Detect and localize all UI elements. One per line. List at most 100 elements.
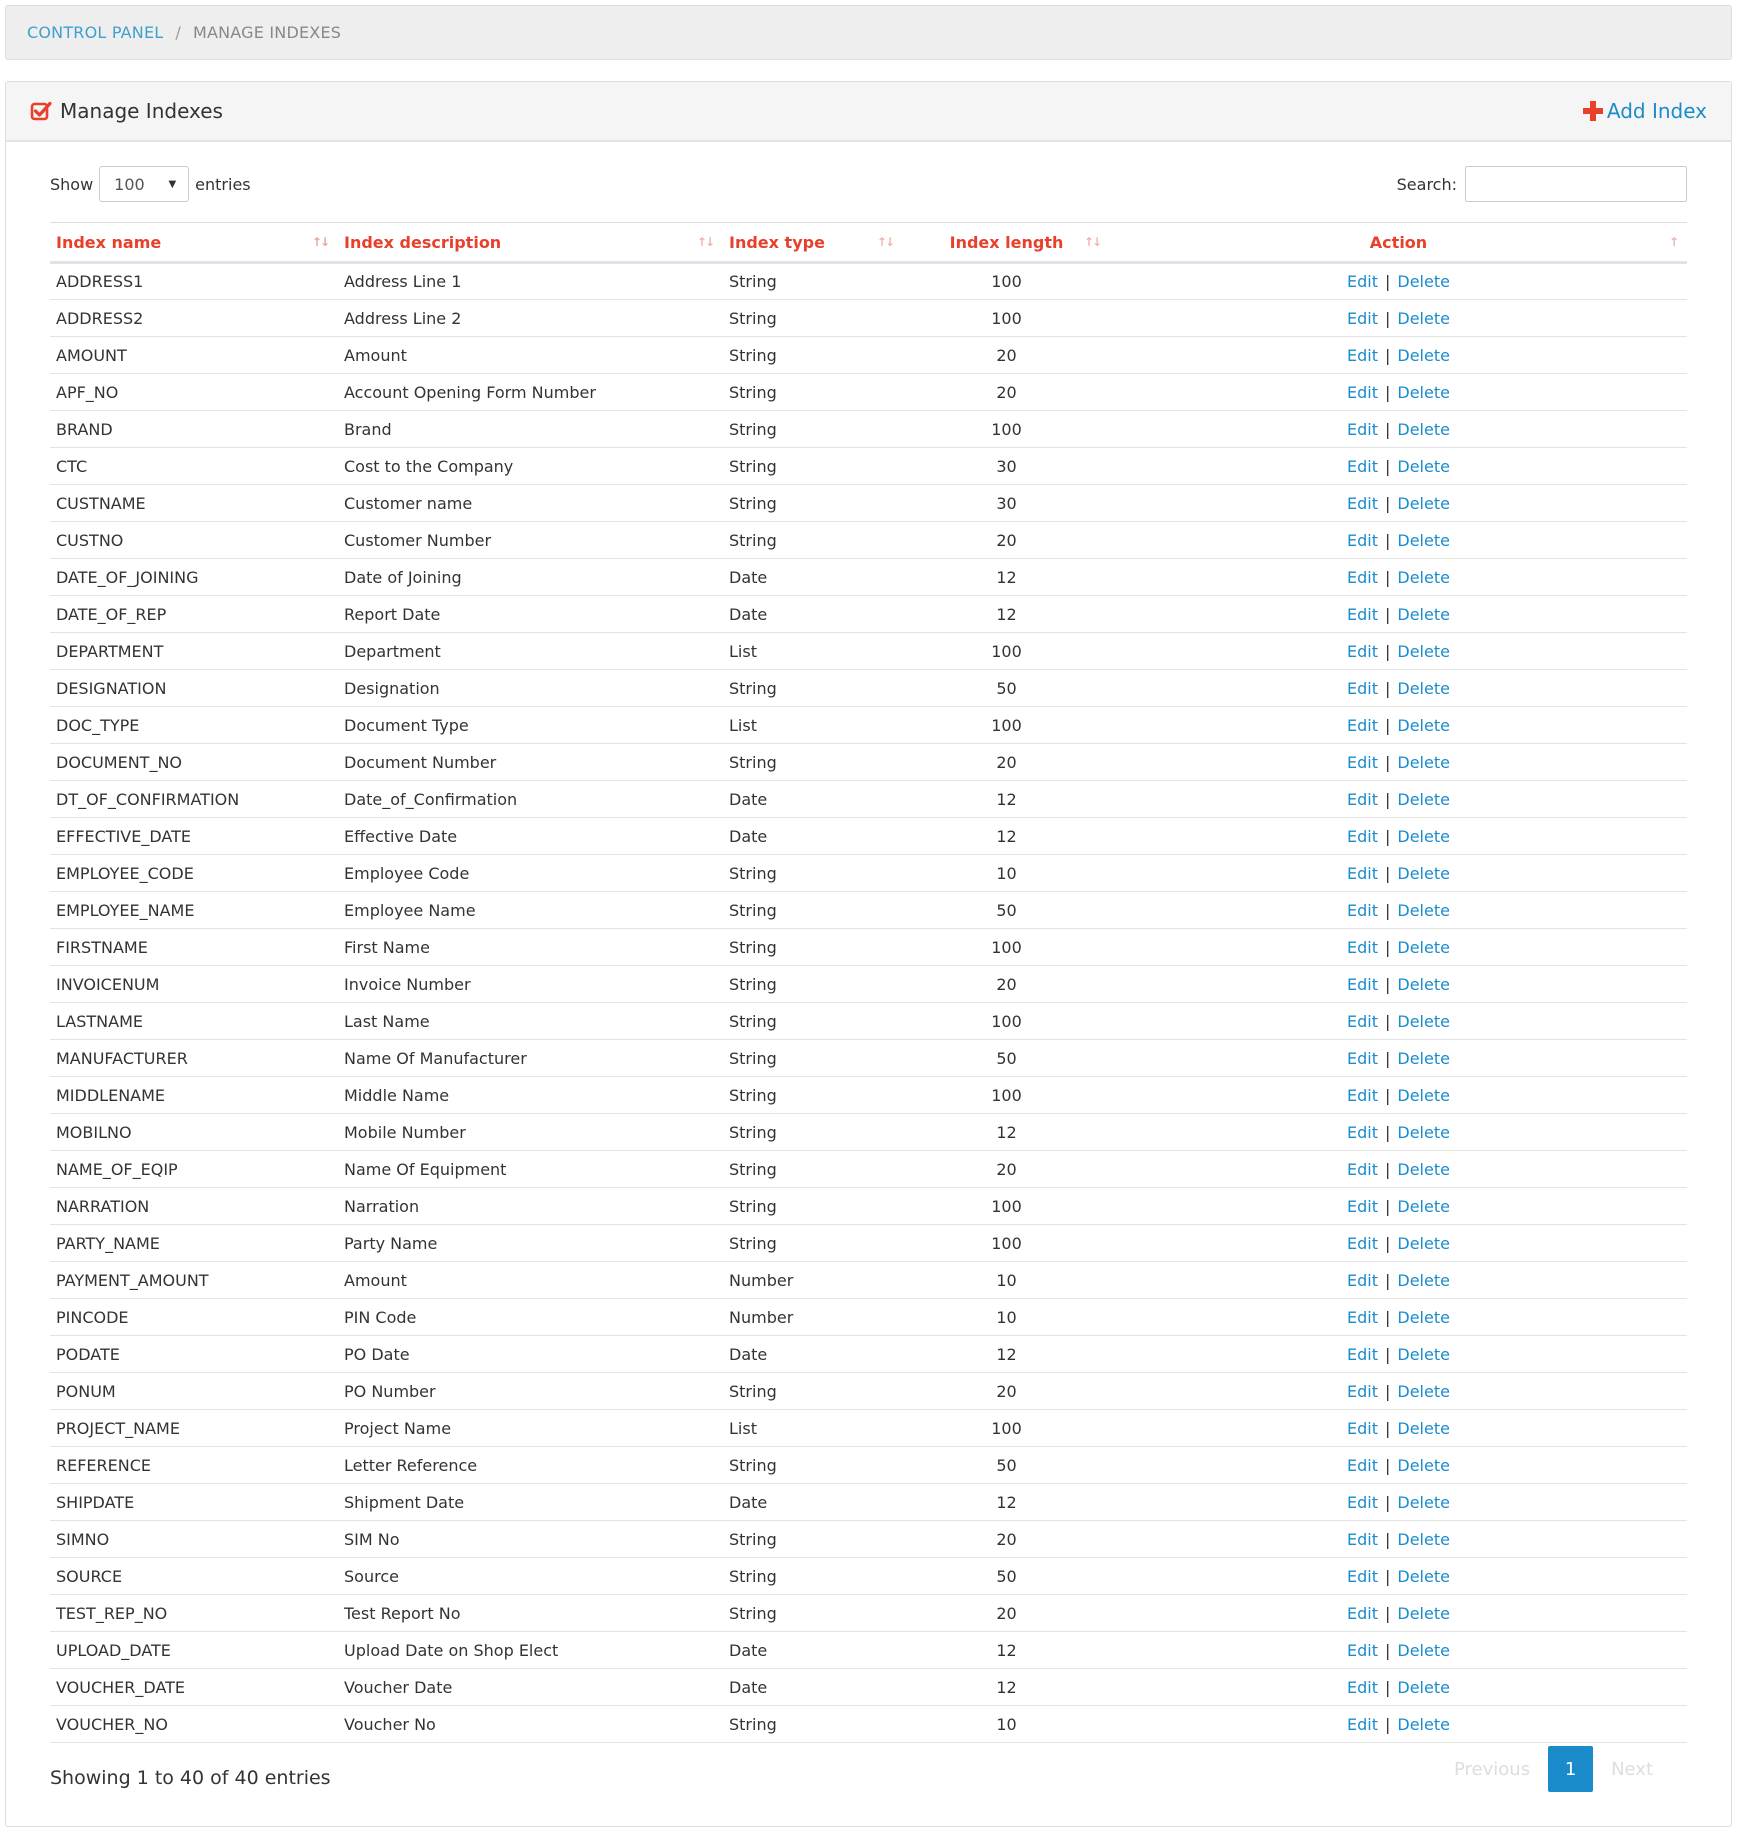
delete-link[interactable]: Delete xyxy=(1397,568,1450,587)
delete-link[interactable]: Delete xyxy=(1397,753,1450,772)
cell-index-description: Employee Code xyxy=(338,854,723,892)
column-header-action[interactable]: Action ↑ xyxy=(1110,222,1687,264)
edit-link[interactable]: Edit xyxy=(1347,716,1378,735)
delete-link[interactable]: Delete xyxy=(1397,1493,1450,1512)
edit-link[interactable]: Edit xyxy=(1347,346,1378,365)
edit-link[interactable]: Edit xyxy=(1347,975,1378,994)
delete-link[interactable]: Delete xyxy=(1397,1160,1450,1179)
delete-link[interactable]: Delete xyxy=(1397,494,1450,513)
edit-link[interactable]: Edit xyxy=(1347,494,1378,513)
edit-link[interactable]: Edit xyxy=(1347,1419,1378,1438)
edit-link[interactable]: Edit xyxy=(1347,1012,1378,1031)
search-input[interactable] xyxy=(1465,166,1687,202)
delete-link[interactable]: Delete xyxy=(1397,864,1450,883)
delete-link[interactable]: Delete xyxy=(1397,272,1450,291)
pagination-previous[interactable]: Previous xyxy=(1436,1759,1548,1780)
edit-link[interactable]: Edit xyxy=(1347,531,1378,550)
edit-link[interactable]: Edit xyxy=(1347,1308,1378,1327)
page-length-select[interactable]: 100 ▼ xyxy=(99,166,190,202)
delete-link[interactable]: Delete xyxy=(1397,383,1450,402)
delete-link[interactable]: Delete xyxy=(1397,716,1450,735)
edit-link[interactable]: Edit xyxy=(1347,1715,1378,1734)
edit-link[interactable]: Edit xyxy=(1347,642,1378,661)
cell-index-type: Date xyxy=(723,780,903,818)
edit-link[interactable]: Edit xyxy=(1347,1641,1378,1660)
delete-link[interactable]: Delete xyxy=(1397,827,1450,846)
cell-index-description: Effective Date xyxy=(338,817,723,855)
delete-link[interactable]: Delete xyxy=(1397,1123,1450,1142)
delete-link[interactable]: Delete xyxy=(1397,642,1450,661)
edit-link[interactable]: Edit xyxy=(1347,420,1378,439)
edit-link[interactable]: Edit xyxy=(1347,1197,1378,1216)
breadcrumb-control-panel-link[interactable]: Control Panel xyxy=(27,23,163,42)
edit-link[interactable]: Edit xyxy=(1347,864,1378,883)
action-separator: | xyxy=(1385,382,1391,402)
delete-link[interactable]: Delete xyxy=(1397,938,1450,957)
edit-link[interactable]: Edit xyxy=(1347,1604,1378,1623)
edit-link[interactable]: Edit xyxy=(1347,1271,1378,1290)
delete-link[interactable]: Delete xyxy=(1397,1456,1450,1475)
pagination-next[interactable]: Next xyxy=(1593,1759,1671,1780)
edit-link[interactable]: Edit xyxy=(1347,605,1378,624)
column-header-index-type[interactable]: Index type ↑↓ xyxy=(723,222,903,264)
delete-link[interactable]: Delete xyxy=(1397,420,1450,439)
delete-link[interactable]: Delete xyxy=(1397,1530,1450,1549)
delete-link[interactable]: Delete xyxy=(1397,309,1450,328)
edit-link[interactable]: Edit xyxy=(1347,827,1378,846)
edit-link[interactable]: Edit xyxy=(1347,457,1378,476)
edit-link[interactable]: Edit xyxy=(1347,1493,1378,1512)
delete-link[interactable]: Delete xyxy=(1397,1049,1450,1068)
delete-link[interactable]: Delete xyxy=(1397,346,1450,365)
delete-link[interactable]: Delete xyxy=(1397,1419,1450,1438)
delete-link[interactable]: Delete xyxy=(1397,1382,1450,1401)
edit-link[interactable]: Edit xyxy=(1347,1123,1378,1142)
delete-link[interactable]: Delete xyxy=(1397,901,1450,920)
edit-link[interactable]: Edit xyxy=(1347,568,1378,587)
cell-index-length: 100 xyxy=(903,410,1110,448)
delete-link[interactable]: Delete xyxy=(1397,1197,1450,1216)
edit-link[interactable]: Edit xyxy=(1347,1234,1378,1253)
edit-link[interactable]: Edit xyxy=(1347,901,1378,920)
edit-link[interactable]: Edit xyxy=(1347,1049,1378,1068)
delete-link[interactable]: Delete xyxy=(1397,679,1450,698)
delete-link[interactable]: Delete xyxy=(1397,790,1450,809)
delete-link[interactable]: Delete xyxy=(1397,1308,1450,1327)
edit-link[interactable]: Edit xyxy=(1347,753,1378,772)
edit-link[interactable]: Edit xyxy=(1347,1456,1378,1475)
edit-link[interactable]: Edit xyxy=(1347,790,1378,809)
delete-link[interactable]: Delete xyxy=(1397,1641,1450,1660)
delete-link[interactable]: Delete xyxy=(1397,605,1450,624)
cell-index-length: 100 xyxy=(903,1187,1110,1225)
edit-link[interactable]: Edit xyxy=(1347,272,1378,291)
edit-link[interactable]: Edit xyxy=(1347,1345,1378,1364)
delete-link[interactable]: Delete xyxy=(1397,1604,1450,1623)
delete-link[interactable]: Delete xyxy=(1397,1086,1450,1105)
table-row: PARTY_NAME Party Name String 100 Edit | Delete xyxy=(50,1224,1687,1262)
delete-link[interactable]: Delete xyxy=(1397,1234,1450,1253)
delete-link[interactable]: Delete xyxy=(1397,975,1450,994)
edit-link[interactable]: Edit xyxy=(1347,309,1378,328)
edit-link[interactable]: Edit xyxy=(1347,1530,1378,1549)
edit-link[interactable]: Edit xyxy=(1347,1086,1378,1105)
edit-link[interactable]: Edit xyxy=(1347,938,1378,957)
delete-link[interactable]: Delete xyxy=(1397,1567,1450,1586)
edit-link[interactable]: Edit xyxy=(1347,679,1378,698)
delete-link[interactable]: Delete xyxy=(1397,531,1450,550)
delete-link[interactable]: Delete xyxy=(1397,1715,1450,1734)
edit-link[interactable]: Edit xyxy=(1347,1160,1378,1179)
column-header-index-name[interactable]: Index name ↑↓ xyxy=(50,222,338,264)
add-index-button[interactable]: Add Index xyxy=(1582,99,1707,123)
column-header-index-length[interactable]: Index length ↑↓ xyxy=(903,222,1110,264)
edit-link[interactable]: Edit xyxy=(1347,1567,1378,1586)
delete-link[interactable]: Delete xyxy=(1397,1012,1450,1031)
edit-link[interactable]: Edit xyxy=(1347,1678,1378,1697)
column-header-index-description[interactable]: Index description ↑↓ xyxy=(338,222,723,264)
delete-link[interactable]: Delete xyxy=(1397,1678,1450,1697)
cell-index-length: 12 xyxy=(903,1668,1110,1706)
edit-link[interactable]: Edit xyxy=(1347,383,1378,402)
delete-link[interactable]: Delete xyxy=(1397,1271,1450,1290)
delete-link[interactable]: Delete xyxy=(1397,1345,1450,1364)
pagination-page-current[interactable]: 1 xyxy=(1548,1746,1594,1792)
delete-link[interactable]: Delete xyxy=(1397,457,1450,476)
edit-link[interactable]: Edit xyxy=(1347,1382,1378,1401)
